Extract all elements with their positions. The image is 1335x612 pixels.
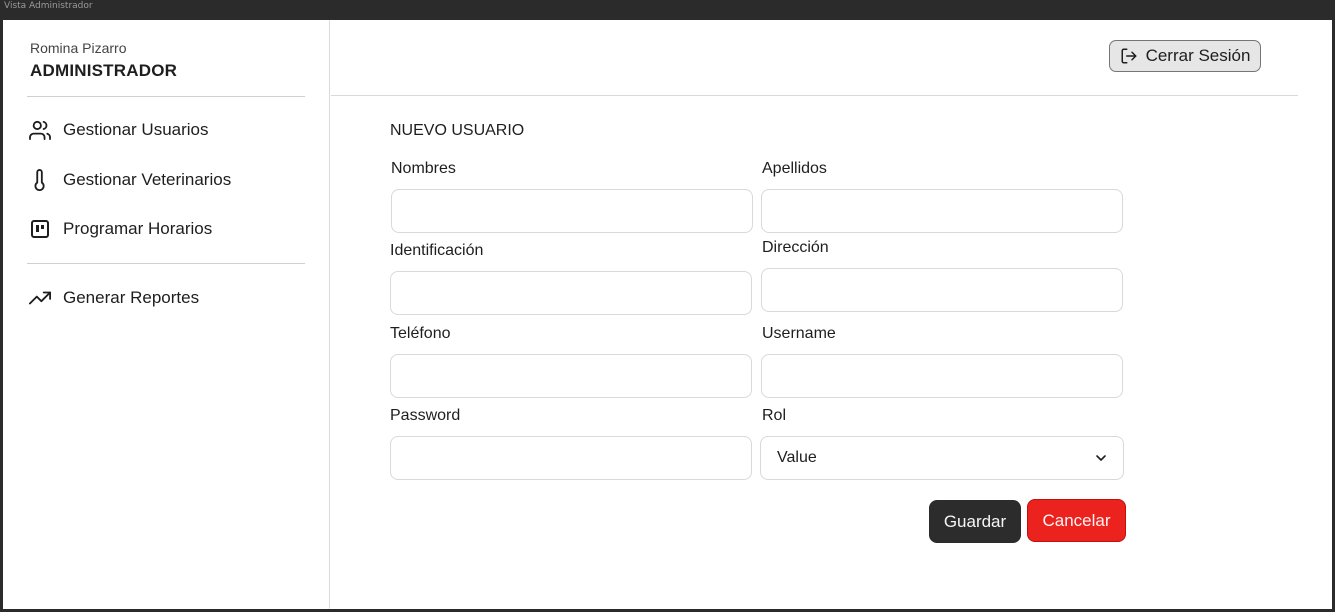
form-title: NUEVO USUARIO — [390, 122, 525, 139]
nombres-label: Nombres — [391, 160, 456, 177]
thermometer-icon — [27, 168, 53, 192]
kanban-icon — [27, 217, 53, 241]
rol-select-value: Value — [777, 449, 817, 466]
trending-up-icon — [27, 286, 53, 310]
logout-button[interactable]: Cerrar Sesión — [1109, 40, 1261, 72]
app-canvas: Romina Pizarro ADMINISTRADOR Gestionar U… — [3, 20, 1332, 609]
rol-select[interactable]: Value — [760, 436, 1124, 480]
identificacion-input[interactable] — [390, 271, 752, 315]
logout-label: Cerrar Sesión — [1145, 46, 1251, 65]
window-title: Vista Administrador — [4, 1, 93, 11]
telefono-input[interactable] — [390, 354, 752, 398]
password-input[interactable] — [390, 436, 752, 480]
sidebar-item-programar-horarios[interactable]: Programar Horarios — [27, 213, 307, 245]
cancel-button[interactable]: Cancelar — [1027, 499, 1126, 542]
sidebar-item-gestionar-usuarios[interactable]: Gestionar Usuarios — [27, 114, 307, 146]
save-button[interactable]: Guardar — [929, 500, 1021, 543]
sidebar-divider-bottom — [27, 263, 305, 264]
user-role: ADMINISTRADOR — [30, 61, 178, 80]
password-label: Password — [390, 407, 461, 424]
sidebar-item-gestionar-veterinarios[interactable]: Gestionar Veterinarios — [27, 164, 307, 196]
sidebar-item-label: Gestionar Veterinarios — [63, 170, 232, 189]
sidebar-item-label: Programar Horarios — [63, 219, 213, 238]
users-icon — [27, 118, 53, 142]
sidebar-divider-top — [27, 96, 305, 97]
sidebar-item-label: Generar Reportes — [63, 288, 200, 307]
sidebar-item-label: Gestionar Usuarios — [63, 120, 209, 139]
apellidos-label: Apellidos — [762, 160, 827, 177]
identificacion-label: Identificación — [390, 242, 484, 259]
chevron-down-icon — [1095, 449, 1107, 467]
sidebar-item-generar-reportes[interactable]: Generar Reportes — [27, 282, 307, 314]
username-label: Username — [762, 325, 836, 342]
username-input[interactable] — [761, 354, 1123, 398]
direccion-label: Dirección — [762, 239, 829, 256]
sidebar: Romina Pizarro ADMINISTRADOR Gestionar U… — [3, 20, 330, 609]
rol-label: Rol — [762, 407, 787, 424]
user-name: Romina Pizarro — [30, 40, 127, 56]
apellidos-input[interactable] — [761, 189, 1123, 233]
log-out-icon — [1120, 47, 1138, 65]
nombres-input[interactable] — [391, 189, 753, 233]
telefono-label: Teléfono — [390, 325, 451, 342]
top-bar: Cerrar Sesión — [331, 20, 1298, 96]
direccion-input[interactable] — [761, 268, 1123, 312]
